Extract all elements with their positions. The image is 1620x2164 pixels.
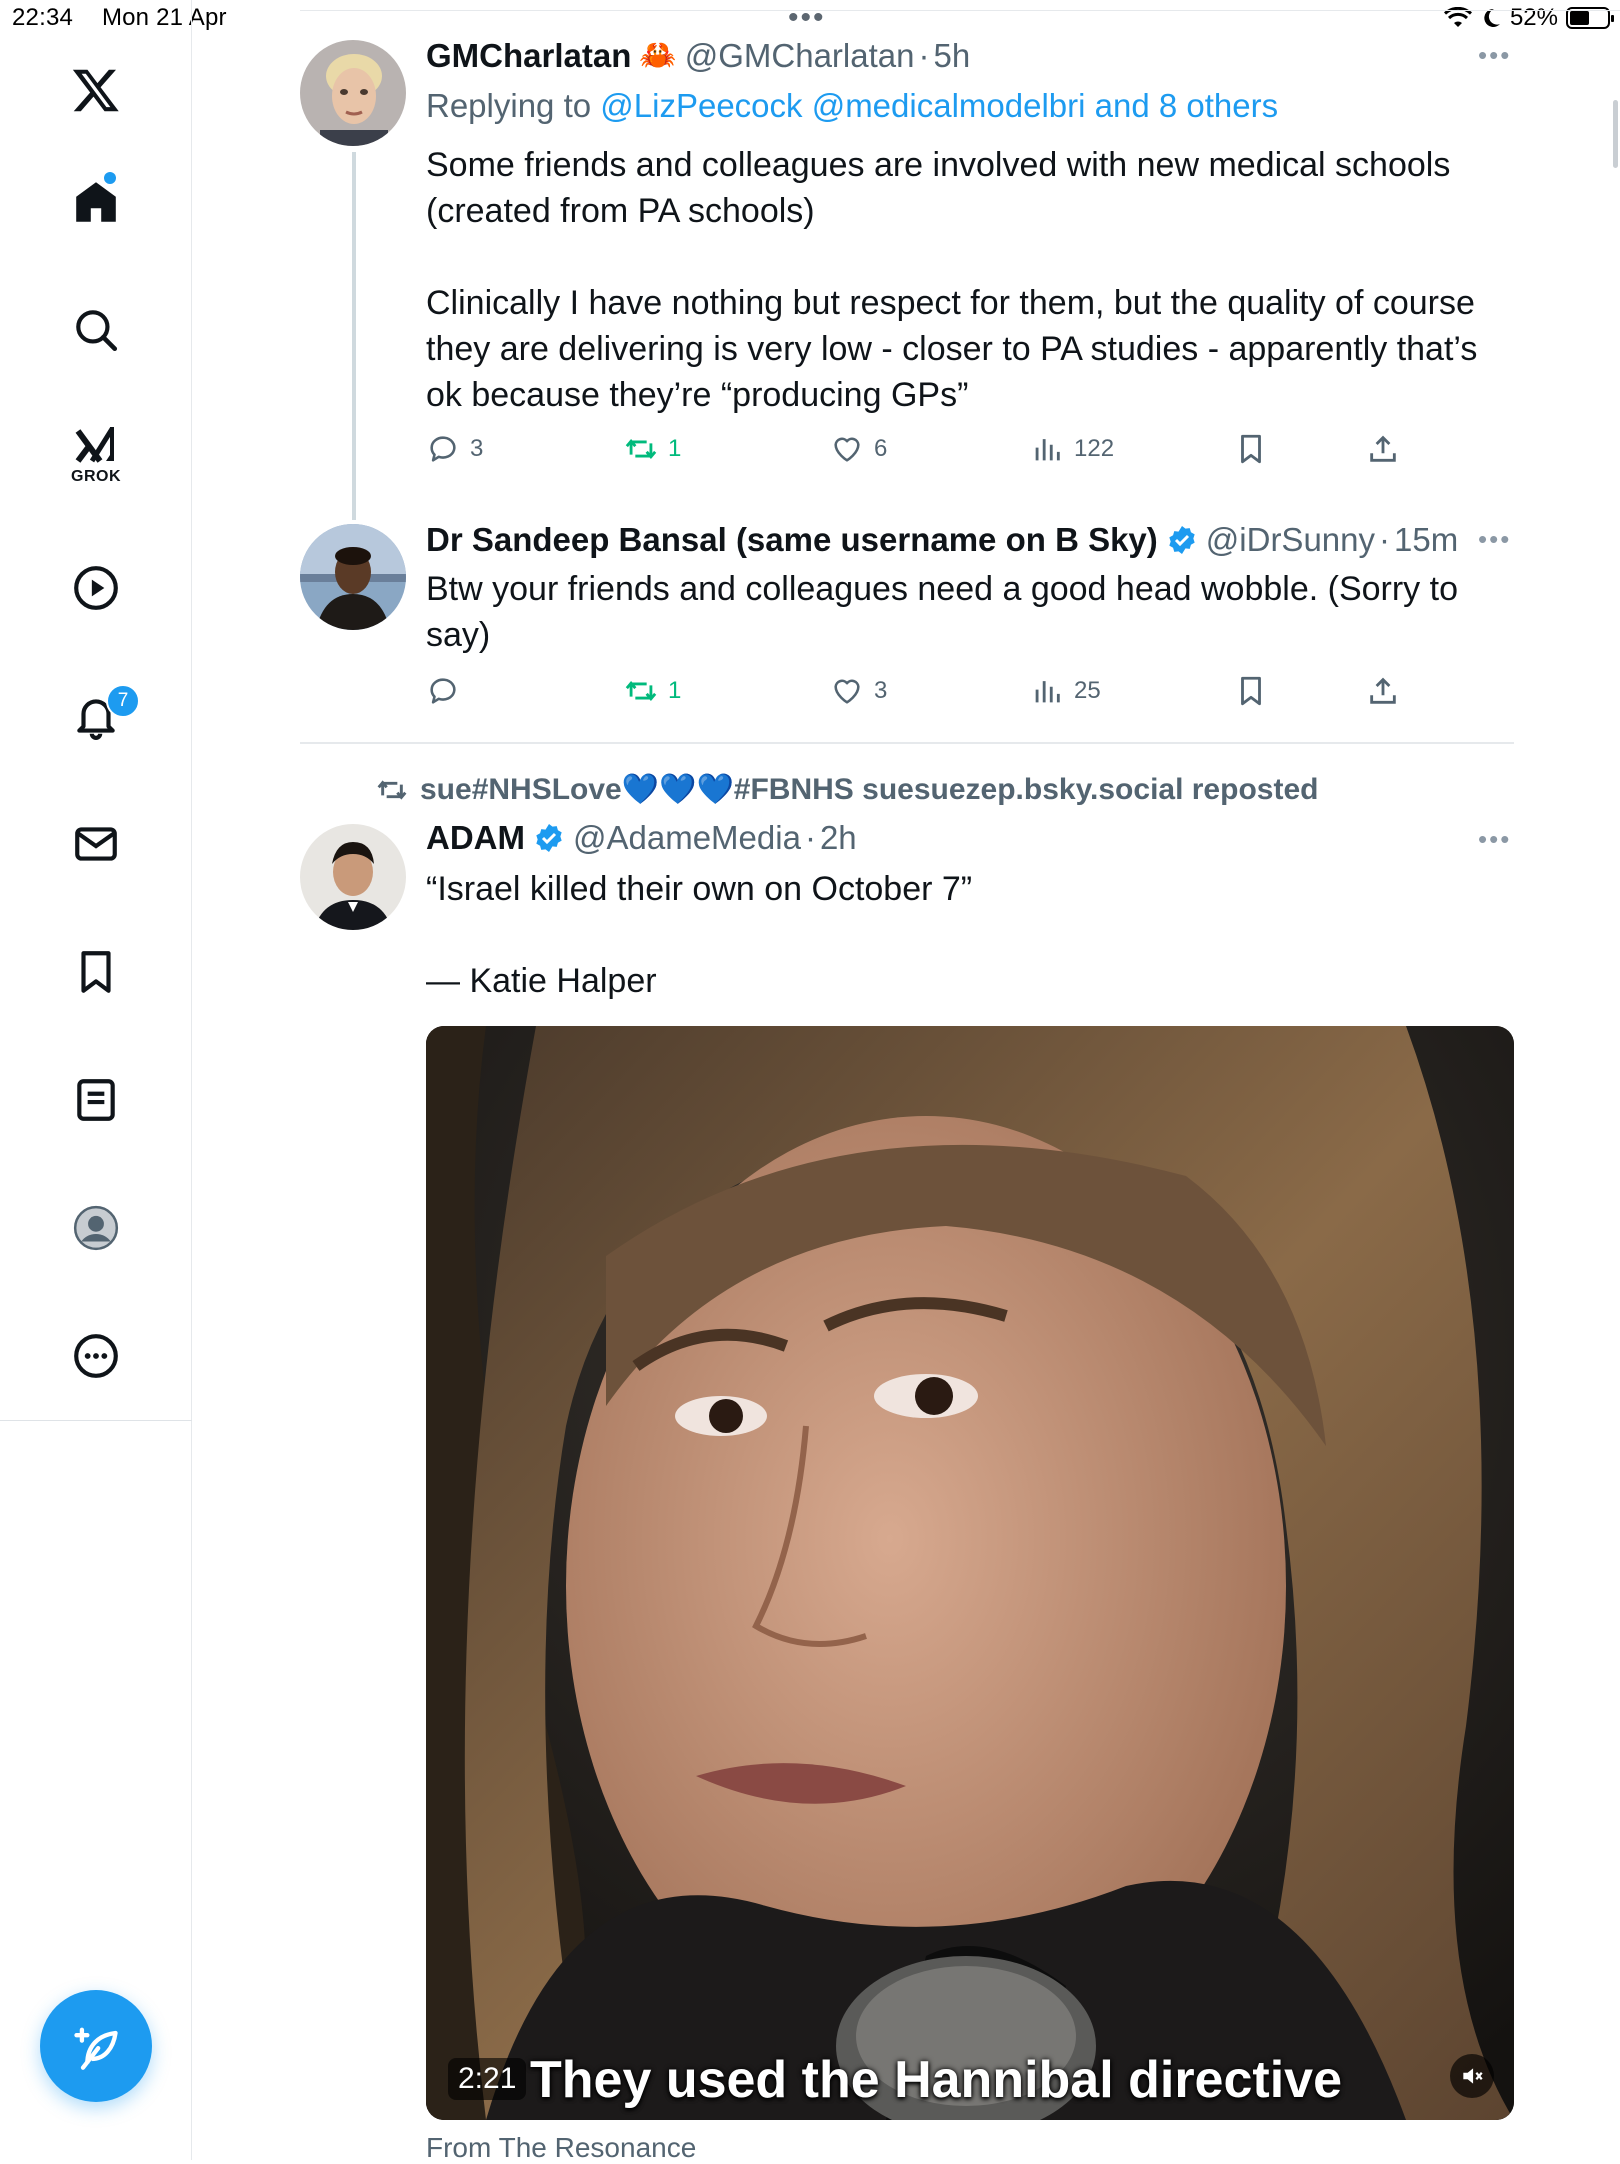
views-chart-icon bbox=[1035, 439, 1060, 461]
tweet-header: Dr Sandeep Bansal (same username on B Sk… bbox=[426, 520, 1458, 560]
separator-dot: · bbox=[1379, 521, 1391, 558]
more-options-icon[interactable] bbox=[46, 1316, 146, 1396]
like-button[interactable]: 3 bbox=[830, 674, 887, 708]
like-count: 6 bbox=[874, 435, 888, 462]
tweet-text: Btw your friends and colleagues need a g… bbox=[426, 570, 1458, 654]
tweet-actions: 3 1 6 122 bbox=[426, 432, 1426, 476]
compose-post-button[interactable] bbox=[40, 1990, 152, 2102]
tweet-time[interactable]: 15m bbox=[1394, 520, 1458, 560]
tweet-time[interactable]: 2h bbox=[820, 818, 857, 858]
more-menu-icon[interactable]: ••• bbox=[1478, 824, 1511, 855]
status-bar-right: 52% bbox=[1443, 4, 1614, 32]
views-chart-icon bbox=[1035, 681, 1060, 703]
video-source[interactable]: From The Resonance bbox=[426, 2132, 696, 2164]
repost-button[interactable]: 1 bbox=[624, 432, 681, 466]
profile-icon[interactable] bbox=[46, 1188, 146, 1268]
home-unread-dot bbox=[104, 172, 116, 184]
bookmark-icon bbox=[1241, 434, 1261, 464]
heart-icon bbox=[834, 679, 860, 704]
author-handle[interactable]: @AdameMedia bbox=[573, 818, 801, 858]
scrollbar-thumb[interactable] bbox=[1613, 100, 1618, 168]
lists-icon[interactable] bbox=[46, 1060, 146, 1140]
like-count: 3 bbox=[874, 677, 888, 704]
author-name[interactable]: ADAM bbox=[426, 818, 525, 858]
reposted-by-text: sue#NHSLove💙💙💙#FBNHS suesuezep.bsky.soci… bbox=[420, 773, 1319, 806]
video-duration: 2:21 bbox=[448, 2058, 527, 2100]
repost-button[interactable]: 1 bbox=[624, 674, 681, 708]
view-count: 122 bbox=[1074, 435, 1115, 462]
battery-percent: 52% bbox=[1509, 4, 1558, 31]
author-name[interactable]: GMCharlatan bbox=[426, 36, 631, 76]
tweet-text: “Israel killed their own on October 7” —… bbox=[426, 870, 973, 1000]
separator-dot: · bbox=[804, 819, 816, 856]
reply-count: 3 bbox=[470, 435, 484, 462]
reply-icon bbox=[430, 436, 456, 462]
video-play-icon[interactable] bbox=[46, 548, 146, 628]
compose-feather-icon bbox=[74, 2027, 118, 2070]
replying-to-link[interactable]: @LizPeecock @medicalmodelbri and 8 other… bbox=[600, 87, 1278, 124]
bookmark-button[interactable] bbox=[1234, 674, 1268, 708]
heart-icon bbox=[834, 437, 860, 462]
share-button[interactable] bbox=[1366, 432, 1400, 466]
timeline-top-border bbox=[300, 10, 1620, 11]
avatar-gmcharlatan[interactable] bbox=[300, 40, 406, 146]
repost-small-icon bbox=[377, 779, 407, 800]
grok-icon[interactable]: GROK bbox=[46, 412, 146, 502]
more-menu-icon[interactable]: ••• bbox=[1478, 524, 1511, 555]
crab-emoji-icon: 🦀 bbox=[639, 39, 677, 72]
repost-count: 1 bbox=[668, 435, 682, 462]
speaker-muted-icon bbox=[1463, 2068, 1483, 2084]
views-button[interactable]: 25 bbox=[1030, 674, 1101, 708]
repost-count: 1 bbox=[668, 677, 682, 704]
notification-badge: 7 bbox=[106, 684, 140, 718]
like-button[interactable]: 6 bbox=[830, 432, 887, 466]
sidebar-divider bbox=[0, 1420, 192, 1421]
view-count: 25 bbox=[1074, 677, 1101, 704]
mute-button[interactable] bbox=[1450, 2054, 1494, 2098]
tweet-divider bbox=[300, 742, 1514, 744]
reply-button[interactable] bbox=[426, 674, 470, 708]
share-button[interactable] bbox=[1366, 674, 1400, 708]
author-name[interactable]: Dr Sandeep Bansal (same username on B Sk… bbox=[426, 520, 1158, 560]
replying-to-label: Replying to bbox=[426, 87, 601, 124]
tweet-header: ADAM @AdameMedia · 2h bbox=[426, 818, 857, 858]
views-button[interactable]: 122 bbox=[1030, 432, 1114, 466]
author-handle[interactable]: @GMCharlatan bbox=[685, 36, 915, 76]
more-menu-icon[interactable]: ••• bbox=[1478, 40, 1511, 71]
video-frame-image bbox=[426, 1026, 1514, 2120]
avatar-drsunny[interactable] bbox=[300, 524, 406, 630]
grok-label: GROK bbox=[71, 468, 121, 485]
reply-button[interactable]: 3 bbox=[426, 432, 483, 466]
notifications-bell-icon[interactable]: 7 bbox=[46, 676, 146, 756]
home-icon[interactable] bbox=[46, 162, 146, 242]
repost-icon bbox=[625, 439, 657, 459]
thread-connector-line bbox=[352, 152, 356, 520]
replying-to: Replying to @LizPeecock @medicalmodelbri… bbox=[426, 86, 1278, 126]
search-icon[interactable] bbox=[46, 290, 146, 370]
bookmark-button[interactable] bbox=[1234, 432, 1268, 466]
bookmarks-icon[interactable] bbox=[46, 932, 146, 1012]
tweet-text: Some friends and colleagues are involved… bbox=[426, 146, 1478, 414]
share-icon bbox=[1370, 677, 1396, 704]
verified-badge-icon bbox=[536, 824, 562, 852]
tweet-header: GMCharlatan 🦀 @GMCharlatan · 5h bbox=[426, 36, 970, 76]
share-icon bbox=[1370, 435, 1396, 462]
x-logo-icon[interactable] bbox=[46, 50, 146, 130]
video-caption: They used the Hannibal directive bbox=[530, 2051, 1342, 2109]
messages-mail-icon[interactable] bbox=[46, 804, 146, 884]
repost-icon bbox=[625, 681, 657, 701]
reply-icon bbox=[430, 678, 456, 704]
multitask-dots-icon[interactable]: ••• bbox=[788, 3, 826, 33]
avatar-adamemedia[interactable] bbox=[300, 824, 406, 930]
separator-dot: · bbox=[918, 37, 930, 74]
bookmark-icon bbox=[1241, 676, 1261, 706]
repost-attribution[interactable]: sue#NHSLove💙💙💙#FBNHS suesuezep.bsky.soci… bbox=[376, 772, 1318, 807]
author-handle[interactable]: @iDrSunny bbox=[1206, 520, 1375, 560]
verified-badge-icon bbox=[1169, 526, 1195, 554]
tweet-time[interactable]: 5h bbox=[933, 36, 970, 76]
tweet-actions: 1 3 25 bbox=[426, 674, 1426, 718]
video-player[interactable]: 2:21 They used the Hannibal directive bbox=[426, 1026, 1514, 2120]
